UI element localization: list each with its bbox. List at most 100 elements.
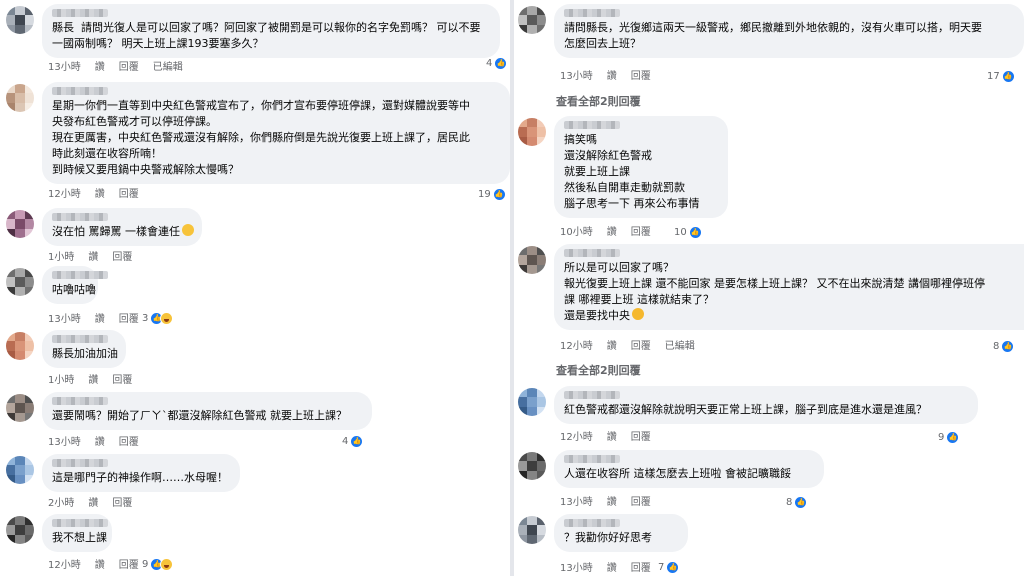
- like-button[interactable]: 讚: [607, 71, 617, 82]
- avatar[interactable]: [6, 456, 34, 484]
- avatar[interactable]: [6, 6, 34, 34]
- comment-time[interactable]: 13小時: [560, 71, 593, 82]
- reply-button[interactable]: 回覆: [631, 227, 651, 238]
- comment-time[interactable]: 12小時: [48, 189, 81, 200]
- comment-bubble: 咕嚕咕嚕: [42, 266, 108, 304]
- comment-text: 這是哪門子的神操作啊……水母喔！: [52, 471, 228, 484]
- reaction-count[interactable]: 9 👍: [938, 429, 960, 445]
- reaction-count[interactable]: 8 👍: [993, 338, 1015, 354]
- reply-button[interactable]: 回覆: [119, 62, 139, 73]
- commenter-name-blurred[interactable]: [564, 455, 620, 463]
- comment-time[interactable]: 13小時: [48, 314, 81, 325]
- like-button[interactable]: 讚: [607, 432, 617, 443]
- like-button[interactable]: 讚: [88, 252, 98, 263]
- reply-button[interactable]: 回覆: [112, 498, 132, 509]
- commenter-name-blurred[interactable]: [52, 519, 108, 527]
- avatar[interactable]: [6, 268, 34, 296]
- reply-button[interactable]: 回覆: [631, 71, 651, 82]
- commenter-name-blurred[interactable]: [52, 271, 108, 279]
- reaction-count[interactable]: 19 👍: [478, 186, 506, 202]
- comment-time[interactable]: 2小時: [48, 498, 74, 509]
- avatar[interactable]: [6, 84, 34, 112]
- like-button[interactable]: 讚: [95, 437, 105, 448]
- reply-button[interactable]: 回覆: [631, 563, 651, 574]
- reaction-count[interactable]: 8 👍: [786, 494, 808, 510]
- commenter-name-blurred[interactable]: [564, 519, 620, 527]
- reaction-count[interactable]: 17 👍: [987, 68, 1015, 84]
- avatar[interactable]: [518, 452, 546, 480]
- reaction-count[interactable]: 9 👍: [142, 556, 174, 572]
- commenter-name-blurred[interactable]: [52, 213, 108, 221]
- reply-button[interactable]: 回覆: [119, 560, 139, 571]
- reply-button[interactable]: 回覆: [112, 252, 132, 263]
- avatar[interactable]: [518, 246, 546, 274]
- comment-time[interactable]: 10小時: [560, 227, 593, 238]
- like-button[interactable]: 讚: [88, 375, 98, 386]
- like-button[interactable]: 讚: [95, 62, 105, 73]
- comment-time[interactable]: 13小時: [560, 563, 593, 574]
- avatar[interactable]: [6, 332, 34, 360]
- commenter-name-blurred[interactable]: [52, 9, 108, 17]
- smile-emoji: [182, 224, 194, 236]
- avatar[interactable]: [6, 210, 34, 238]
- comment-text: 搞笑嗎: [564, 133, 597, 146]
- like-button[interactable]: 讚: [95, 314, 105, 325]
- like-button[interactable]: 讚: [607, 497, 617, 508]
- reply-button[interactable]: 回覆: [119, 189, 139, 200]
- commenter-name-blurred[interactable]: [564, 391, 620, 399]
- reaction-count[interactable]: 4 👍: [486, 55, 508, 71]
- comment-time[interactable]: 13小時: [48, 437, 81, 448]
- commenter-name-blurred[interactable]: [564, 249, 620, 257]
- comment-bubble: 我不想上課: [42, 514, 112, 552]
- commenter-name-blurred[interactable]: [52, 459, 108, 467]
- reaction-count[interactable]: 3 👍: [142, 310, 174, 326]
- reply-button[interactable]: 回覆: [119, 437, 139, 448]
- comment-text: 然後私自開車走動就罰款: [564, 181, 685, 194]
- comment-bubble: 縣長加油加油: [42, 330, 126, 368]
- reply-button[interactable]: 回覆: [631, 432, 651, 443]
- like-button[interactable]: 讚: [95, 189, 105, 200]
- reply-button[interactable]: 回覆: [631, 497, 651, 508]
- avatar[interactable]: [6, 516, 34, 544]
- commenter-name-blurred[interactable]: [52, 87, 108, 95]
- view-replies-link[interactable]: 查看全部2則回覆: [556, 93, 641, 109]
- comment-actions: 12小時 讚 回覆 已編輯: [560, 341, 709, 353]
- reaction-number: 7: [658, 561, 665, 573]
- comment-time[interactable]: 1小時: [48, 252, 74, 263]
- comment-time[interactable]: 12小時: [560, 341, 593, 352]
- comment-actions: 1小時 讚 回覆: [48, 252, 146, 264]
- reaction-count[interactable]: 10 👍: [674, 224, 702, 240]
- comment-text: 人還在收容所 這樣怎麼去上班啦 會被記曠職餒: [564, 467, 791, 480]
- edited-label: 已編輯: [152, 62, 183, 73]
- reply-button[interactable]: 回覆: [112, 375, 132, 386]
- comment-time[interactable]: 1小時: [48, 375, 74, 386]
- commenter-name-blurred[interactable]: [564, 121, 620, 129]
- comment-text: 縣長 請問光復人是可以回家了嗎？阿回家了被開罰是可以報你的名字免罰嗎？ 可以不要: [52, 21, 481, 34]
- comment-text: 怎麼回去上班？: [564, 37, 641, 50]
- comment-time[interactable]: 12小時: [48, 560, 81, 571]
- like-button[interactable]: 讚: [88, 498, 98, 509]
- reply-button[interactable]: 回覆: [631, 341, 651, 352]
- avatar[interactable]: [518, 388, 546, 416]
- reply-button[interactable]: 回覆: [119, 314, 139, 325]
- like-button[interactable]: 讚: [607, 227, 617, 238]
- comment-text: 腦子思考一下 再來公布事情: [564, 197, 700, 210]
- reaction-count[interactable]: 7 👍: [658, 559, 680, 575]
- view-replies-link[interactable]: 查看全部2則回覆: [556, 362, 641, 378]
- comment-text: 所以是可以回家了嗎？: [564, 261, 674, 274]
- like-button[interactable]: 讚: [95, 560, 105, 571]
- commenter-name-blurred[interactable]: [564, 9, 620, 17]
- commenter-name-blurred[interactable]: [52, 397, 108, 405]
- comment-time[interactable]: 12小時: [560, 432, 593, 443]
- comment-time[interactable]: 13小時: [48, 62, 81, 73]
- avatar[interactable]: [518, 118, 546, 146]
- avatar[interactable]: [6, 394, 34, 422]
- like-button[interactable]: 讚: [607, 563, 617, 574]
- like-button[interactable]: 讚: [607, 341, 617, 352]
- comment-time[interactable]: 13小時: [560, 497, 593, 508]
- commenter-name-blurred[interactable]: [52, 335, 108, 343]
- avatar[interactable]: [518, 516, 546, 544]
- avatar[interactable]: [518, 6, 546, 34]
- comment-actions: 13小時 讚 回覆: [560, 71, 665, 83]
- reaction-count[interactable]: 4 👍: [342, 433, 364, 449]
